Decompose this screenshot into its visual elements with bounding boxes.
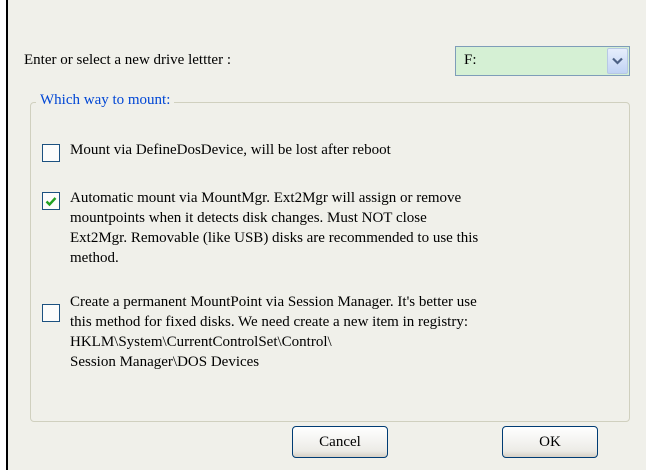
checkmark-icon <box>45 196 57 206</box>
option-automatic-mountmgr[interactable]: Automatic mount via MountMgr. Ext2Mgr wi… <box>42 188 610 268</box>
checkbox-automatic-mountmgr[interactable] <box>42 192 60 210</box>
drive-letter-combobox[interactable]: F: <box>455 46 630 76</box>
drive-letter-row: Enter or select a new drive lettter : F: <box>24 44 630 80</box>
cancel-button-label: Cancel <box>319 433 361 450</box>
mount-method-legend: Which way to mount: <box>36 92 175 109</box>
checkbox-define-dos-device[interactable] <box>42 144 60 162</box>
drive-letter-label: Enter or select a new drive lettter : <box>24 52 231 68</box>
option-label: Automatic mount via MountMgr. Ext2Mgr wi… <box>70 190 479 266</box>
option-label: Mount via DefineDosDevice, will be lost … <box>70 142 391 158</box>
option-label: Create a permanent MountPoint via Sessio… <box>70 294 477 370</box>
drive-letter-value[interactable]: F: <box>464 52 477 69</box>
dropdown-button[interactable] <box>607 48 628 74</box>
option-session-manager[interactable]: Create a permanent MountPoint via Sessio… <box>42 292 610 372</box>
ok-button-label: OK <box>539 433 561 450</box>
checkbox-session-manager[interactable] <box>42 304 60 322</box>
cancel-button[interactable]: Cancel <box>292 426 388 458</box>
option-define-dos-device[interactable]: Mount via DefineDosDevice, will be lost … <box>42 140 610 162</box>
ok-button[interactable]: OK <box>502 426 598 458</box>
chevron-down-icon <box>612 57 623 65</box>
mount-dialog: Enter or select a new drive lettter : F:… <box>6 0 646 470</box>
